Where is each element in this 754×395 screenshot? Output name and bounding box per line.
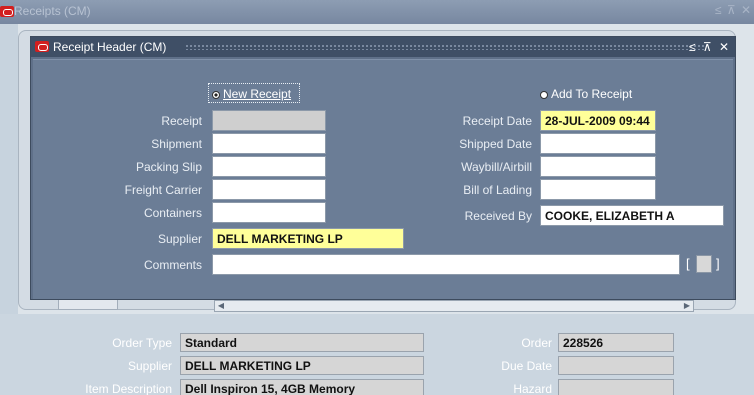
due-date-field[interactable] (558, 356, 674, 375)
radio-unselected-icon (540, 91, 548, 99)
hazard-label: Hazard (513, 382, 552, 395)
containers-label: Containers (143, 206, 202, 220)
receipt-header-titlebar[interactable]: Receipt Header (CM) ≤ ⊼ ✕ (31, 37, 735, 57)
add-to-receipt-label: Add To Receipt (551, 87, 633, 101)
received-by-field[interactable]: COOKE, ELIZABETH A (540, 205, 724, 226)
item-description-field[interactable]: Dell Inspiron 15, 4GB Memory (180, 379, 424, 395)
freight-carrier-label: Freight Carrier (124, 183, 202, 197)
window-controls[interactable]: ≤ ⊼ ✕ (689, 40, 731, 54)
hazard-field[interactable] (558, 379, 674, 395)
comments-label: Comments (143, 258, 202, 272)
bill-of-lading-field[interactable] (540, 179, 656, 200)
packing-slip-label: Packing Slip (135, 160, 202, 174)
received-by-label: Received By (464, 209, 532, 223)
receipt-header-title: Receipt Header (CM) (53, 40, 167, 54)
flexfield-bracket-close: ] (716, 256, 720, 271)
order-type-label: Order Type (112, 336, 172, 350)
waybill-airbill-field[interactable] (540, 156, 656, 177)
horizontal-scrollbar[interactable]: ◀ ▶ (214, 300, 694, 312)
oracle-logo-icon (35, 41, 49, 52)
order-number-field[interactable]: 228526 (558, 333, 674, 352)
supplier-label: Supplier (127, 359, 172, 373)
containers-field[interactable] (212, 202, 326, 223)
shipped-date-field[interactable] (540, 133, 656, 154)
background-window-controls[interactable]: ≤ ⊼ ✕ (715, 3, 752, 17)
background-window-titlebar[interactable]: Receipts (CM) ≤ ⊼ ✕ (0, 0, 754, 24)
background-window-title: Receipts (CM) (14, 4, 91, 18)
oracle-logo-icon (0, 6, 14, 17)
flexfield-bracket-open: [ (686, 256, 690, 271)
receipt-date-field[interactable]: 28-JUL-2009 09:44 (540, 110, 656, 131)
receipt-date-label: Receipt Date (462, 114, 532, 128)
titlebar-grip (185, 44, 705, 50)
radio-selected-icon (212, 91, 220, 99)
supplier-field[interactable]: DELL MARKETING LP (180, 356, 424, 375)
packing-slip-field[interactable] (212, 156, 326, 177)
comments-field[interactable] (212, 254, 680, 275)
freight-carrier-field[interactable] (212, 179, 326, 200)
background-tab-stub (58, 300, 118, 310)
add-to-receipt-radio[interactable]: Add To Receipt (540, 87, 632, 101)
descriptive-flexfield-button[interactable] (696, 255, 712, 273)
shipment-field[interactable] (212, 133, 326, 154)
receipt-label: Receipt (161, 114, 202, 128)
item-description-label: Item Description (85, 382, 172, 395)
scroll-right-icon[interactable]: ▶ (681, 301, 693, 311)
shipped-date-label: Shipped Date (459, 137, 532, 151)
due-date-label: Due Date (501, 359, 552, 373)
new-receipt-label: New Receipt (223, 87, 292, 101)
supplier-field[interactable]: DELL MARKETING LP (212, 228, 404, 249)
waybill-airbill-label: Waybill/Airbill (461, 160, 532, 174)
supplier-label: Supplier (157, 232, 202, 246)
bill-of-lading-label: Bill of Lading (463, 183, 532, 197)
scroll-left-icon[interactable]: ◀ (215, 301, 227, 311)
order-type-field[interactable]: Standard (180, 333, 424, 352)
new-receipt-radio[interactable]: New Receipt (212, 87, 291, 101)
order-label: Order (521, 336, 552, 350)
receipt-field[interactable] (212, 110, 326, 131)
shipment-label: Shipment (151, 137, 202, 151)
